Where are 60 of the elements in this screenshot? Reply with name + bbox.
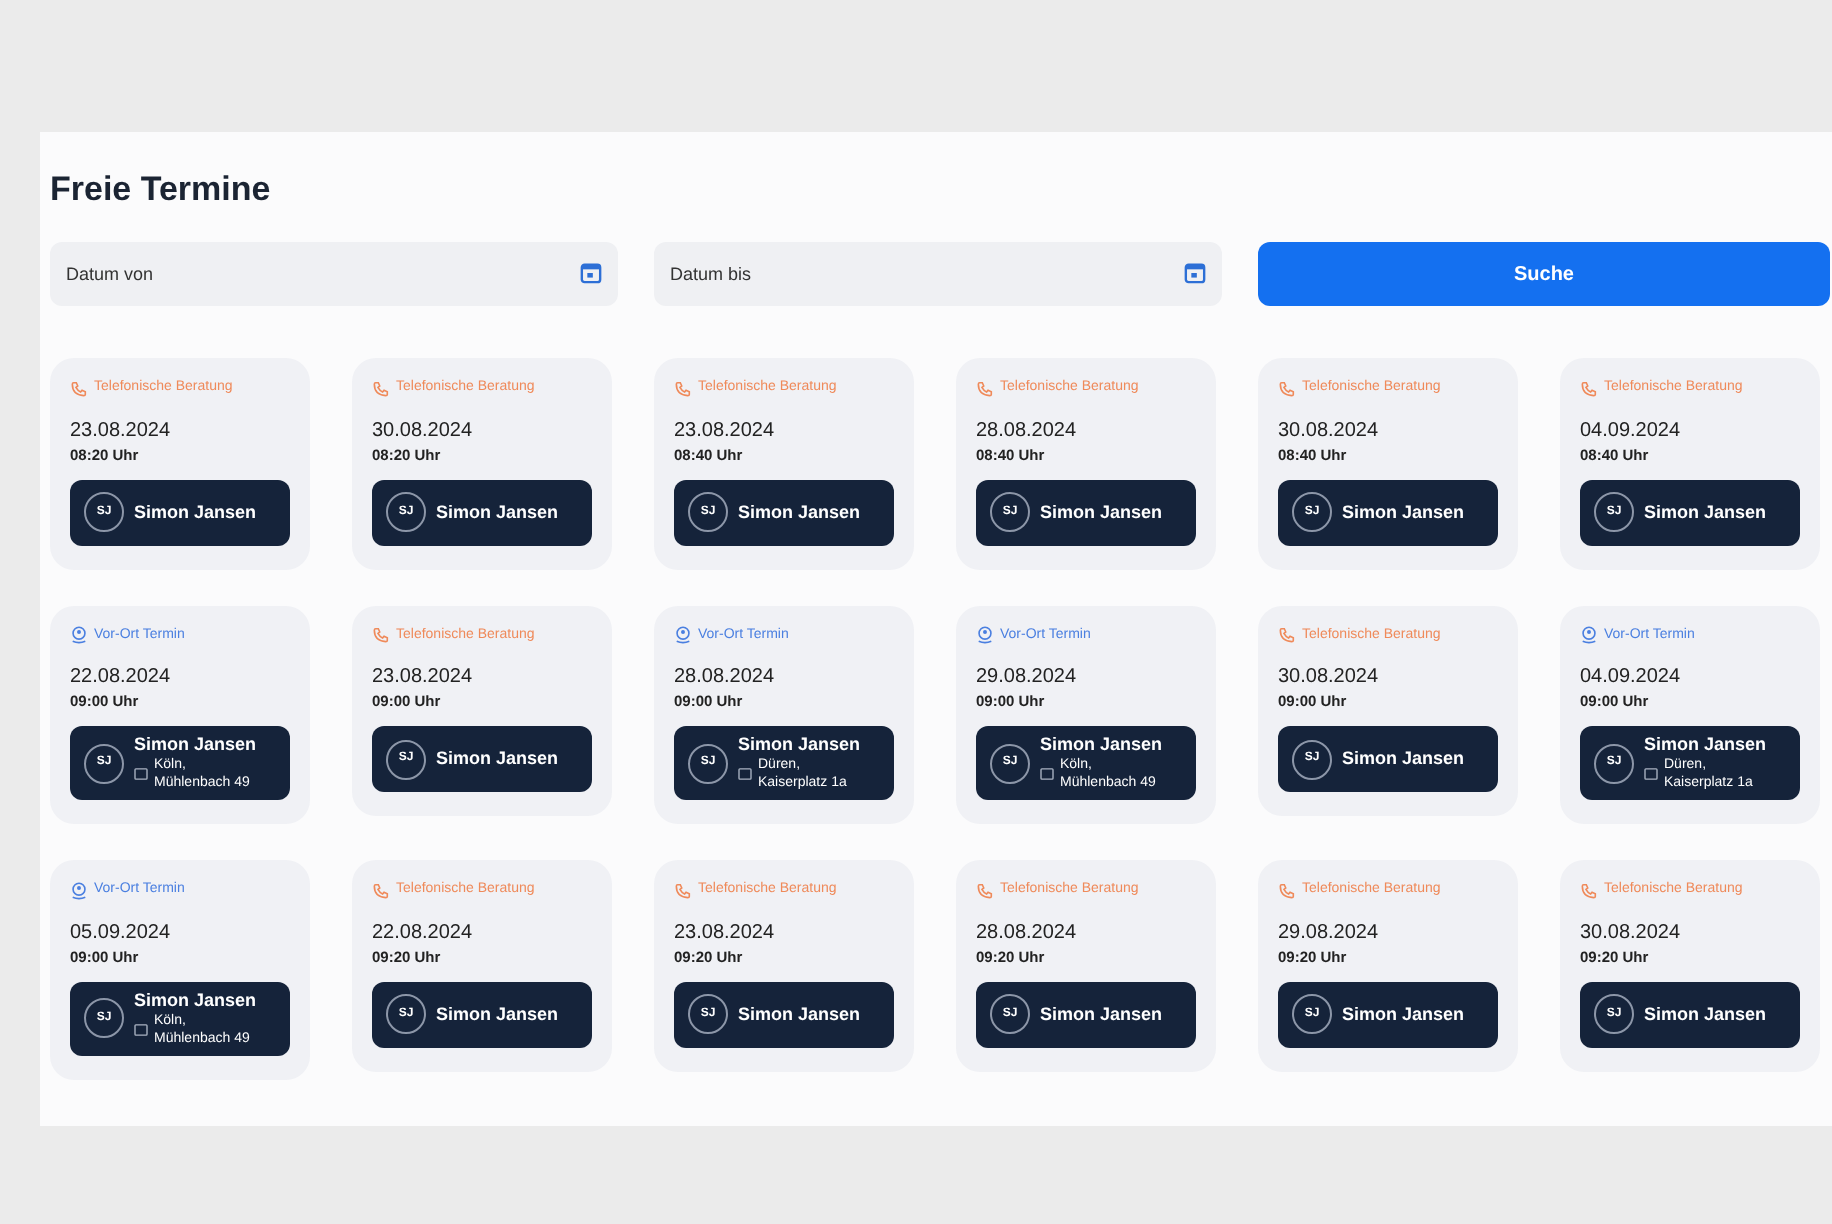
appointment-date: 23.08.2024: [70, 419, 173, 443]
advisor-name: Simon Jansen: [1040, 501, 1163, 523]
advisor-name: Simon Jansen: [1342, 1003, 1465, 1025]
person-pin-icon: [70, 881, 88, 900]
advisor-name: Simon Jansen: [134, 989, 259, 1011]
appointment-date: 28.08.2024: [674, 666, 777, 690]
phone-icon: [1278, 881, 1296, 900]
advisor-name: Simon Jansen: [738, 501, 861, 523]
appointment-date: 04.09.2024: [1580, 419, 1683, 443]
phone-icon: [1580, 881, 1598, 900]
calendar-icon[interactable]: [580, 262, 602, 284]
appointment-date: 28.08.2024: [976, 419, 1079, 443]
calendar-icon[interactable]: [1184, 262, 1206, 284]
phone-icon: [1278, 626, 1296, 645]
advisor-name: Simon Jansen: [134, 734, 259, 756]
appointment-date: 23.08.2024: [674, 419, 777, 443]
appointment-date: 23.08.2024: [372, 666, 475, 690]
advisor-name: Simon Jansen: [1342, 748, 1465, 770]
advisor-name: Simon Jansen: [1644, 734, 1769, 756]
advisor-name: Simon Jansen: [1342, 501, 1465, 523]
advisor-name: Simon Jansen: [738, 734, 863, 756]
advisor-name: Simon Jansen: [738, 1003, 861, 1025]
appointment-date: 23.08.2024: [674, 921, 777, 945]
advisor-name: Simon Jansen: [1040, 734, 1165, 756]
page-title: Freie Termine: [50, 168, 273, 212]
phone-icon: [1580, 379, 1598, 398]
advisor-name: Simon Jansen: [1644, 1003, 1767, 1025]
appointment-date: 30.08.2024: [372, 419, 475, 443]
advisor-name: Simon Jansen: [436, 748, 559, 770]
appointment-date: 29.08.2024: [1278, 921, 1381, 945]
phone-icon: [976, 881, 994, 900]
appointment-date: 04.09.2024: [1580, 666, 1683, 690]
appointment-date: 05.09.2024: [70, 921, 173, 945]
date-field[interactable]: Datum bis: [654, 242, 1222, 306]
search-button[interactable]: Suche: [1258, 242, 1830, 306]
person-pin-icon: [1580, 626, 1598, 645]
appointment-date: 22.08.2024: [372, 921, 475, 945]
advisor-name: Simon Jansen: [1040, 1003, 1163, 1025]
person-pin-icon: [674, 626, 692, 645]
phone-icon: [674, 379, 692, 398]
phone-icon: [1278, 379, 1296, 398]
appointment-date: 28.08.2024: [976, 921, 1079, 945]
phone-icon: [372, 881, 390, 900]
advisor-name: Simon Jansen: [1644, 501, 1767, 523]
advisor-name: Simon Jansen: [436, 1003, 559, 1025]
phone-icon: [976, 379, 994, 398]
phone-icon: [372, 379, 390, 398]
appointment-date: 29.08.2024: [976, 666, 1079, 690]
advisor-name: Simon Jansen: [134, 501, 257, 523]
person-pin-icon: [70, 626, 88, 645]
date-field[interactable]: Datum von: [50, 242, 618, 306]
person-pin-icon: [976, 626, 994, 645]
appointment-date: 30.08.2024: [1278, 419, 1381, 443]
phone-icon: [372, 626, 390, 645]
appointment-date: 22.08.2024: [70, 666, 173, 690]
appointment-date: 30.08.2024: [1278, 666, 1381, 690]
appointment-date: 30.08.2024: [1580, 921, 1683, 945]
phone-icon: [674, 881, 692, 900]
advisor-name: Simon Jansen: [436, 501, 559, 523]
phone-icon: [70, 379, 88, 398]
